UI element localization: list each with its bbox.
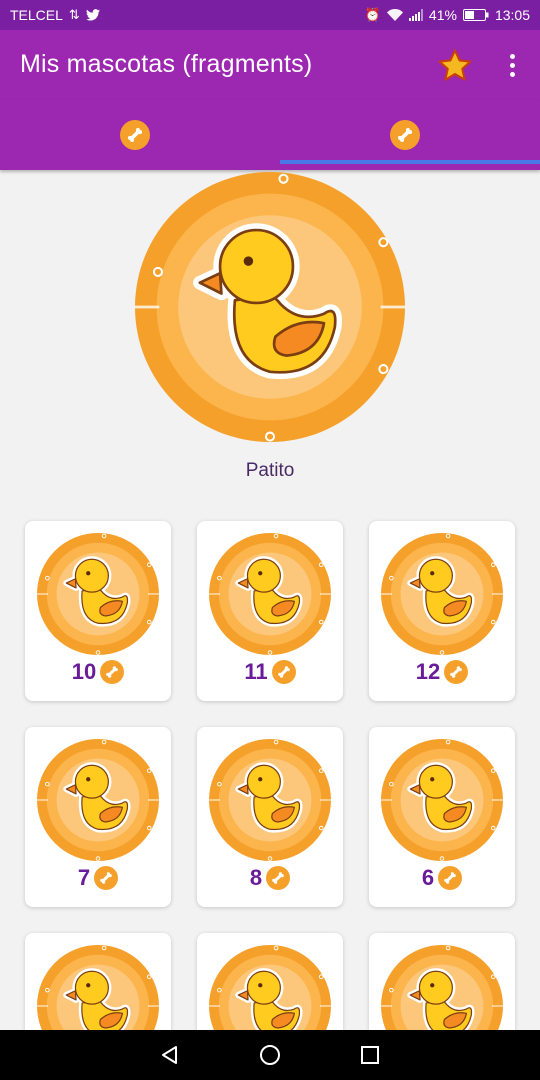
system-nav-bar xyxy=(0,1030,540,1080)
bone-icon xyxy=(271,660,296,684)
pet-card[interactable] xyxy=(369,933,515,1030)
pet-count-number: 8 xyxy=(249,865,263,890)
favorites-button[interactable] xyxy=(436,47,474,85)
pet-count-number: 10 xyxy=(71,659,97,684)
pet-card[interactable]: 11 xyxy=(197,521,343,701)
battery-percent: 41% xyxy=(428,7,457,23)
pet-card[interactable]: 7 xyxy=(25,727,171,907)
bone-icon xyxy=(100,660,125,684)
recents-icon[interactable] xyxy=(350,1040,390,1070)
pet-count: 11 xyxy=(197,659,343,685)
duck-medal-icon xyxy=(381,945,503,1030)
duck-medal-icon xyxy=(37,945,159,1030)
status-bar: TELCEL ⇅ ⏰ 41% 13:05 xyxy=(0,0,540,30)
bone-icon xyxy=(94,866,119,890)
pet-card[interactable]: 12 xyxy=(369,521,515,701)
tab-pets[interactable] xyxy=(0,100,270,170)
duck-medal-icon xyxy=(381,533,503,655)
bone-icon xyxy=(438,866,463,890)
duck-medal-icon xyxy=(209,533,331,655)
pet-count: 12 xyxy=(369,659,515,685)
pet-count-number: 12 xyxy=(415,659,441,684)
twitter-icon xyxy=(85,9,100,21)
pet-card[interactable] xyxy=(25,933,171,1030)
duck-medal-icon xyxy=(209,945,331,1030)
pet-count: 10 xyxy=(25,659,171,685)
back-icon[interactable] xyxy=(150,1040,190,1070)
signal-icon xyxy=(408,9,423,21)
tab-indicator xyxy=(280,160,540,164)
battery-icon xyxy=(462,9,489,21)
duck-medal-icon xyxy=(209,739,331,861)
usb-icon: ⇅ xyxy=(68,7,80,22)
pet-count-number: 6 xyxy=(421,865,435,890)
duck-medal-icon xyxy=(37,739,159,861)
pet-count-number: 7 xyxy=(77,865,91,890)
pet-count-number: 11 xyxy=(244,659,268,684)
bone-icon xyxy=(120,120,150,150)
duck-medal-icon xyxy=(37,533,159,655)
star-icon xyxy=(438,49,472,81)
pet-count: 6 xyxy=(369,865,515,891)
clock: 13:05 xyxy=(494,7,530,23)
pet-count: 8 xyxy=(197,865,343,891)
pet-count: 7 xyxy=(25,865,171,891)
duck-medal-icon xyxy=(135,172,405,442)
pet-card[interactable]: 6 xyxy=(369,727,515,907)
wifi-icon xyxy=(386,9,403,21)
pet-card[interactable]: 8 xyxy=(197,727,343,907)
bone-icon xyxy=(266,866,291,890)
hero-pet-image[interactable] xyxy=(135,172,405,442)
carrier-label: TELCEL xyxy=(10,7,63,23)
pet-card[interactable]: 10 xyxy=(25,521,171,701)
overflow-menu-icon[interactable] xyxy=(500,50,524,80)
duck-medal-icon xyxy=(381,739,503,861)
app-bar: Mis mascotas (fragments) xyxy=(0,30,540,100)
pet-name: Patito xyxy=(245,460,295,481)
alarm-icon: ⏰ xyxy=(364,7,381,22)
bone-icon xyxy=(390,120,420,150)
home-icon[interactable] xyxy=(250,1040,290,1070)
pet-card[interactable] xyxy=(197,933,343,1030)
app-title: Mis mascotas (fragments) xyxy=(20,50,313,78)
bone-icon xyxy=(444,660,469,684)
